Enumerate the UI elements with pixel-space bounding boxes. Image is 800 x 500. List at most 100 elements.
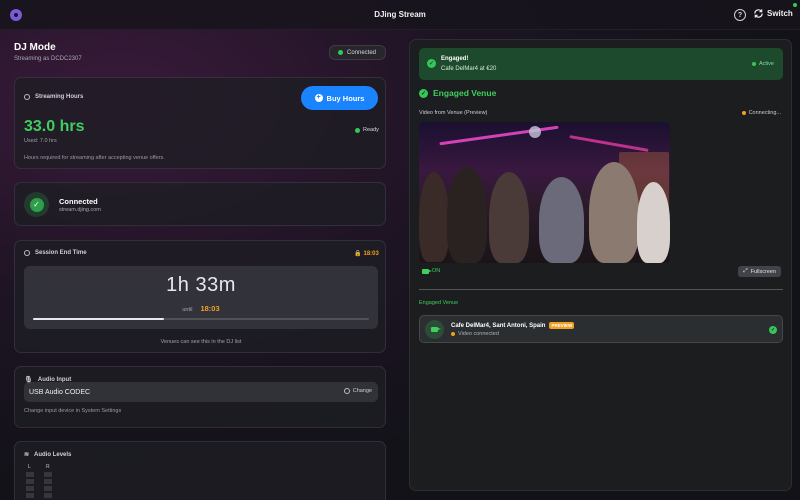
audio-device-name: USB Audio CODEC bbox=[29, 388, 91, 396]
right-level-meter bbox=[44, 472, 52, 500]
check-icon: ✓ bbox=[427, 59, 436, 68]
connection-title: Connected bbox=[59, 197, 98, 206]
expand-icon: ⤢ bbox=[743, 268, 748, 274]
venue-camera-icon bbox=[425, 320, 444, 339]
status-dot-icon bbox=[338, 50, 343, 55]
dancer bbox=[447, 167, 487, 263]
venue-name-text: Cafe DelMar4, Sant Antoni, Spain bbox=[451, 322, 546, 329]
venue-status: Video connected bbox=[451, 331, 499, 337]
check-icon: ✓ bbox=[769, 326, 777, 334]
engaged-venue-title: Engaged Venue bbox=[433, 88, 497, 98]
help-button[interactable]: ? bbox=[734, 9, 746, 21]
camera-on-label: ON bbox=[432, 268, 441, 274]
plus-icon: + bbox=[314, 94, 323, 102]
change-device-button[interactable]: Change bbox=[343, 388, 372, 394]
dancer bbox=[637, 182, 670, 263]
streaming-hours-card: Streaming Hours + Buy Hours 33.0 hrs Use… bbox=[14, 77, 386, 169]
ready-dot-icon bbox=[355, 127, 360, 133]
neon-light bbox=[439, 125, 559, 146]
switch-button[interactable]: Switch bbox=[753, 8, 793, 19]
engaged-status-text: Active bbox=[759, 61, 774, 67]
session-end-time-badge: 🔒 18:03 bbox=[354, 250, 379, 258]
audio-device-field[interactable]: USB Audio CODEC Change bbox=[24, 382, 378, 402]
streaming-hours-header: Streaming Hours bbox=[24, 94, 83, 100]
buy-hours-button[interactable]: + Buy Hours bbox=[301, 86, 378, 110]
until-text: until bbox=[182, 307, 193, 313]
engaged-banner: ✓ Engaged! Cafe DelMar4 at €20 Active bbox=[419, 48, 783, 80]
buy-hours-label: Buy Hours bbox=[326, 93, 365, 103]
hours-note: Hours required for streaming after accep… bbox=[24, 155, 165, 161]
disco-ball bbox=[529, 126, 541, 138]
audio-input-card: 🎙 Audio Input USB Audio CODEC Change Cha… bbox=[14, 366, 386, 428]
streaming-as-label: Streaming as DCDC2307 bbox=[14, 56, 82, 62]
lock-icon: 🔒 bbox=[354, 251, 362, 257]
check-icon: ✓ bbox=[419, 88, 428, 98]
left-channel-label: L bbox=[28, 464, 31, 470]
hours-remaining-value: 33.0 hrs bbox=[24, 118, 85, 135]
engaged-subtitle: Cafe DelMar4 at €20 bbox=[441, 66, 497, 72]
countdown-box: 1h 33m until 18:03 bbox=[24, 266, 378, 329]
right-channel-label: R bbox=[46, 464, 50, 470]
title-bar: DJing Stream ? Switch bbox=[0, 0, 800, 30]
audio-levels-card: ≋ Audio Levels L R bbox=[14, 441, 386, 500]
audio-levels-header: ≋ Audio Levels bbox=[24, 451, 72, 459]
time-remaining: 1h 33m bbox=[166, 274, 236, 296]
refresh-icon bbox=[754, 9, 763, 18]
video-camera-icon bbox=[431, 327, 441, 332]
dancer bbox=[419, 172, 449, 262]
fullscreen-label: Fullscreen bbox=[750, 268, 776, 275]
hours-used-label: Used: 7.0 hrs bbox=[24, 138, 57, 144]
session-end-title: Session End Time bbox=[35, 250, 87, 256]
ready-status: Ready bbox=[355, 127, 379, 133]
engaged-venue-section-label: Engaged Venue bbox=[419, 300, 459, 306]
connection-host: stream.djing.com bbox=[59, 207, 101, 213]
page-title: DJ Mode bbox=[14, 42, 56, 53]
clock-icon bbox=[24, 94, 30, 100]
dancer bbox=[489, 172, 529, 263]
left-level-meter bbox=[26, 472, 34, 500]
video-connection-text: Connecting... bbox=[748, 110, 781, 116]
status-dot-icon bbox=[451, 332, 455, 336]
session-end-card: Session End Time 🔒 18:03 1h 33m until 18:… bbox=[14, 240, 386, 353]
video-label: Video from Venue (Preview) bbox=[419, 110, 488, 116]
connection-status-text: Connected bbox=[347, 49, 377, 56]
dancer bbox=[589, 162, 639, 263]
session-progress-fill bbox=[33, 318, 165, 320]
connecting-dot-icon bbox=[741, 111, 746, 115]
ready-status-text: Ready bbox=[363, 127, 379, 133]
neon-light bbox=[569, 135, 649, 152]
engaged-status: Active bbox=[752, 61, 774, 67]
fullscreen-button[interactable]: ⤢ Fullscreen bbox=[738, 266, 781, 277]
video-connection-status: Connecting... bbox=[741, 110, 781, 116]
venue-status-text: Video connected bbox=[458, 331, 499, 337]
check-icon: ✓ bbox=[29, 197, 44, 212]
engaged-title: Engaged! bbox=[441, 56, 469, 62]
session-end-time: 18:03 bbox=[363, 250, 379, 257]
engaged-venue-panel: ✓ Engaged! Cafe DelMar4 at €20 Active ✓ … bbox=[409, 39, 792, 491]
connection-card: ✓ Connected stream.djing.com bbox=[14, 182, 386, 226]
window-title: DJing Stream bbox=[374, 10, 426, 19]
connection-status-icon: ✓ bbox=[24, 192, 49, 217]
dancer bbox=[539, 177, 584, 263]
session-end-header: Session End Time bbox=[24, 250, 87, 256]
divider bbox=[419, 289, 783, 290]
gear-icon bbox=[343, 388, 350, 394]
online-indicator-dot bbox=[793, 3, 797, 7]
timer-icon bbox=[24, 250, 30, 256]
connection-status-badge: Connected bbox=[329, 45, 386, 60]
venue-list-item[interactable]: Cafe DelMar4, Sant Antoni, Spain PREVIEW… bbox=[419, 315, 783, 343]
audio-input-hint: Change input device in System Settings bbox=[24, 408, 122, 414]
camera-on-indicator: ON bbox=[422, 268, 440, 274]
venue-name: Cafe DelMar4, Sant Antoni, Spain PREVIEW bbox=[451, 322, 575, 329]
engaged-venue-header: ✓ Engaged Venue bbox=[419, 88, 496, 98]
video-camera-icon bbox=[422, 268, 432, 274]
until-time: 18:03 bbox=[200, 304, 220, 313]
preview-badge: PREVIEW bbox=[549, 322, 575, 329]
venue-video-preview[interactable] bbox=[419, 122, 670, 263]
until-label: until 18:03 bbox=[24, 304, 378, 313]
session-note: Venues can see this in the DJ list bbox=[160, 339, 242, 345]
audio-levels-title: Audio Levels bbox=[34, 451, 72, 458]
session-progress-bar bbox=[33, 318, 369, 320]
active-dot-icon bbox=[752, 62, 757, 66]
streaming-hours-title: Streaming Hours bbox=[35, 94, 84, 100]
